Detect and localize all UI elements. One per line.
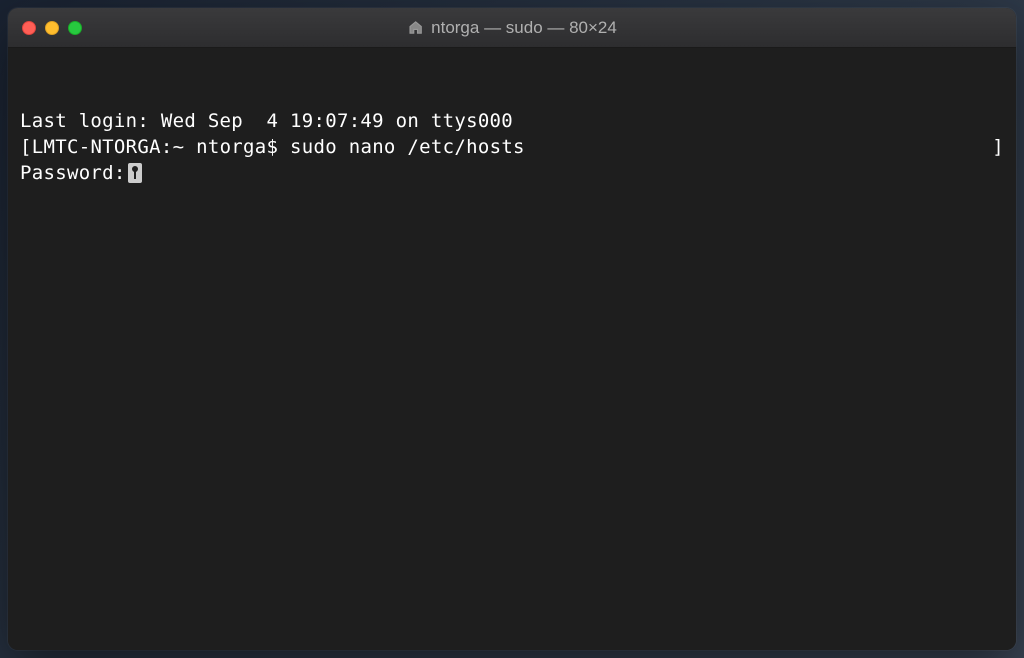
terminal-body[interactable]: Last login: Wed Sep 4 19:07:49 on ttys00… bbox=[8, 48, 1016, 650]
prompt-bracket-open: [ bbox=[20, 136, 32, 158]
home-icon bbox=[407, 20, 423, 36]
prompt-bracket-close: ] bbox=[992, 135, 1004, 161]
title-bar: ntorga — sudo — 80×24 bbox=[8, 8, 1016, 48]
key-icon bbox=[128, 163, 142, 183]
password-line: Password: bbox=[20, 161, 1004, 187]
prompt-text: LMTC-NTORGA:~ ntorga$ bbox=[32, 136, 290, 158]
command-text: sudo nano /etc/hosts bbox=[290, 136, 525, 158]
minimize-button[interactable] bbox=[45, 21, 59, 35]
close-button[interactable] bbox=[22, 21, 36, 35]
window-title-text: ntorga — sudo — 80×24 bbox=[431, 18, 617, 38]
window-title: ntorga — sudo — 80×24 bbox=[407, 18, 617, 38]
traffic-lights bbox=[22, 21, 82, 35]
maximize-button[interactable] bbox=[68, 21, 82, 35]
command-line: [LMTC-NTORGA:~ ntorga$ sudo nano /etc/ho… bbox=[20, 135, 1004, 161]
password-prompt: Password: bbox=[20, 162, 126, 184]
terminal-window: ntorga — sudo — 80×24 Last login: Wed Se… bbox=[8, 8, 1016, 650]
last-login-line: Last login: Wed Sep 4 19:07:49 on ttys00… bbox=[20, 109, 1004, 135]
